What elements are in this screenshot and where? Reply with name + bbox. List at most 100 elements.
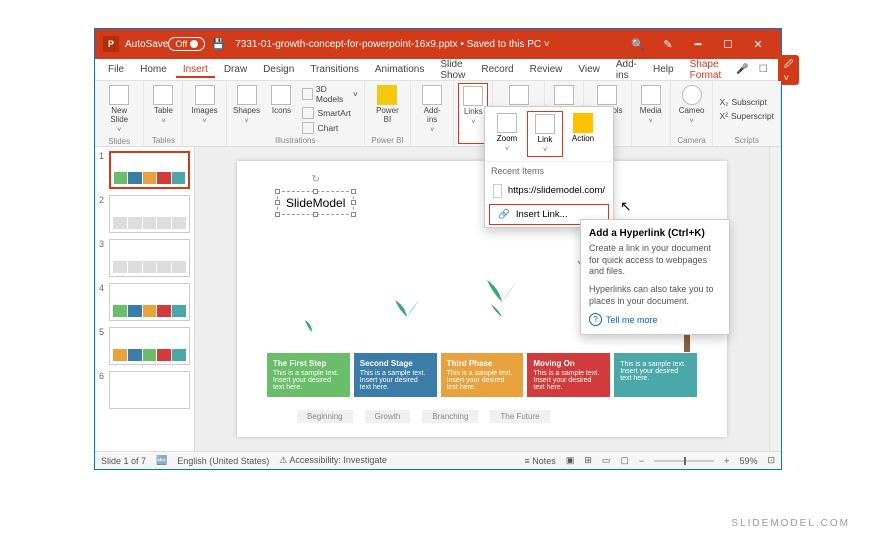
addins-button[interactable]: Add- ins˅ bbox=[415, 83, 449, 144]
zoom-slider[interactable] bbox=[654, 460, 714, 462]
thumbnail-3[interactable]: 3 bbox=[99, 239, 190, 277]
thumbnail-5[interactable]: 5 bbox=[99, 327, 190, 365]
autosave-toggle[interactable]: Off bbox=[168, 37, 205, 51]
group-images-label bbox=[187, 144, 221, 145]
group-scripts-label: Scripts bbox=[717, 135, 776, 145]
autosave-label: AutoSave bbox=[125, 39, 168, 50]
superscript-button[interactable]: X² Superscript bbox=[717, 110, 776, 122]
mouse-cursor: ↖ bbox=[620, 198, 632, 215]
tab-design[interactable]: Design bbox=[256, 61, 301, 78]
group-camera-label: Camera bbox=[675, 135, 709, 145]
card-4: Moving OnThis is a sample text. Insert y… bbox=[527, 353, 610, 397]
ribbon: New Slide˅ Slides Table˅ Tables Images˅ … bbox=[95, 81, 781, 147]
tab-slideshow[interactable]: Slide Show bbox=[433, 56, 472, 84]
search-icon[interactable]: 🔍 bbox=[623, 29, 653, 59]
zoom-in-button[interactable]: + bbox=[724, 456, 729, 466]
tab-shape-format[interactable]: Shape Format bbox=[683, 56, 729, 84]
card-5: This is a sample text. Insert your desir… bbox=[614, 353, 697, 397]
selected-textbox[interactable]: SlideModel bbox=[277, 191, 354, 215]
images-button[interactable]: Images˅ bbox=[187, 83, 221, 144]
link-icon: 🔗 bbox=[498, 209, 510, 220]
tab-file[interactable]: File bbox=[101, 61, 131, 78]
new-slide-button[interactable]: New Slide˅ bbox=[99, 83, 139, 136]
notes-button[interactable]: ≡ Notes bbox=[525, 456, 556, 466]
group-slides-label: Slides bbox=[99, 136, 139, 146]
accessibility-status[interactable]: ⚠ Accessibility: Investigate bbox=[279, 455, 387, 466]
tooltip-body-1: Create a link in your document for quick… bbox=[589, 243, 721, 278]
view-normal-icon[interactable]: ▣ bbox=[566, 455, 575, 466]
vertical-scrollbar[interactable] bbox=[769, 147, 781, 451]
title-bar: P AutoSave Off 💾 7331-01-growth-concept-… bbox=[95, 29, 781, 59]
tab-record[interactable]: Record bbox=[474, 61, 520, 78]
arrow-1: Beginning bbox=[297, 410, 353, 423]
group-tables-label: Tables bbox=[148, 135, 178, 145]
shapes-button[interactable]: Shapes˅ bbox=[231, 83, 263, 135]
action-option[interactable]: Action bbox=[565, 111, 601, 157]
icons-button[interactable]: Icons bbox=[266, 83, 296, 135]
view-reading-icon[interactable]: ▭ bbox=[602, 455, 611, 466]
language-status[interactable]: English (United States) bbox=[177, 456, 269, 466]
window-title: 7331-01-growth-concept-for-powerpoint-16… bbox=[231, 39, 623, 50]
slide-thumbnails[interactable]: 1 2 3 4 5 6 bbox=[95, 147, 195, 451]
arrow-4: The Future bbox=[490, 410, 549, 423]
powerpoint-icon: P bbox=[103, 36, 119, 52]
view-sorter-icon[interactable]: ⊞ bbox=[584, 455, 592, 466]
tell-me-more-link[interactable]: Tell me more bbox=[589, 313, 721, 326]
3d-models-button[interactable]: 3D Models ˅ bbox=[300, 83, 359, 105]
share-button[interactable]: 🖉 ˅ bbox=[778, 55, 800, 85]
media-button[interactable]: Media˅ bbox=[636, 83, 666, 145]
arrow-3: Branching bbox=[422, 410, 478, 423]
tab-home[interactable]: Home bbox=[133, 61, 174, 78]
smartart-button[interactable]: SmartArt bbox=[300, 106, 359, 120]
group-illustrations-label: Illustrations bbox=[231, 135, 360, 145]
save-icon[interactable]: 💾 bbox=[211, 37, 225, 51]
maximize-button[interactable]: ☐ bbox=[713, 29, 743, 59]
status-bar: Slide 1 of 7 🔤 English (United States) ⚠… bbox=[95, 451, 781, 469]
powerbi-button[interactable]: Power BI bbox=[369, 83, 406, 135]
arrow-2: Growth bbox=[365, 410, 411, 423]
card-1: The First StepThis is a sample text. Ins… bbox=[267, 353, 350, 397]
view-slideshow-icon[interactable]: ▢ bbox=[620, 455, 629, 466]
recent-items-header: Recent Items bbox=[485, 162, 613, 180]
card-2: Second StageThis is a sample text. Inser… bbox=[354, 353, 437, 397]
tab-view[interactable]: View bbox=[571, 61, 607, 78]
minimize-button[interactable]: ━ bbox=[683, 29, 713, 59]
close-button[interactable]: ✕ bbox=[743, 29, 773, 59]
slide-counter: Slide 1 of 7 bbox=[101, 456, 146, 466]
thumbnail-4[interactable]: 4 bbox=[99, 283, 190, 321]
table-button[interactable]: Table˅ bbox=[148, 83, 178, 135]
cards-row: The First StepThis is a sample text. Ins… bbox=[267, 353, 697, 397]
thumbnail-1[interactable]: 1 bbox=[99, 151, 190, 189]
thumbnail-2[interactable]: 2 bbox=[99, 195, 190, 233]
thumbnail-6[interactable]: 6 bbox=[99, 371, 190, 409]
tab-transitions[interactable]: Transitions bbox=[303, 61, 366, 78]
recent-link-item[interactable]: https://slidemodel.com/ bbox=[485, 180, 613, 202]
arrows-row: Beginning Growth Branching The Future bbox=[297, 410, 667, 423]
tab-addins[interactable]: Add-ins bbox=[609, 56, 644, 84]
pen-icon[interactable]: ✎ bbox=[653, 29, 683, 59]
ribbon-tabs: File Home Insert Draw Design Transitions… bbox=[95, 59, 781, 81]
card-3: Third PhaseThis is a sample text. Insert… bbox=[441, 353, 524, 397]
cameo-button[interactable]: Cameo˅ bbox=[675, 83, 709, 135]
mic-icon[interactable]: 🎤 bbox=[732, 62, 752, 77]
zoom-option[interactable]: Zoom˅ bbox=[489, 111, 525, 157]
hyperlink-tooltip: Add a Hyperlink (Ctrl+K) Create a link i… bbox=[580, 219, 730, 335]
fit-button[interactable]: ⊡ bbox=[767, 455, 775, 466]
chart-button[interactable]: Chart bbox=[300, 121, 359, 135]
link-option[interactable]: Link˅ bbox=[527, 111, 563, 157]
zoom-level[interactable]: 59% bbox=[739, 456, 757, 466]
tab-animations[interactable]: Animations bbox=[368, 61, 431, 78]
watermark: SLIDEMODEL.COM bbox=[731, 518, 850, 529]
tab-insert[interactable]: Insert bbox=[176, 61, 215, 78]
subscript-button[interactable]: X₂ Subscript bbox=[717, 96, 776, 108]
tooltip-title: Add a Hyperlink (Ctrl+K) bbox=[589, 228, 721, 239]
group-addins-label bbox=[415, 144, 449, 145]
tab-review[interactable]: Review bbox=[523, 61, 570, 78]
comments-icon[interactable]: ☐ bbox=[755, 62, 772, 77]
tab-help[interactable]: Help bbox=[646, 61, 681, 78]
spell-check-icon[interactable]: 🔤 bbox=[156, 455, 167, 466]
links-dropdown: Zoom˅ Link˅ Action Recent Items https://… bbox=[484, 106, 614, 228]
tab-draw[interactable]: Draw bbox=[217, 61, 254, 78]
group-powerbi-label: Power BI bbox=[369, 135, 406, 145]
zoom-out-button[interactable]: − bbox=[639, 456, 644, 466]
